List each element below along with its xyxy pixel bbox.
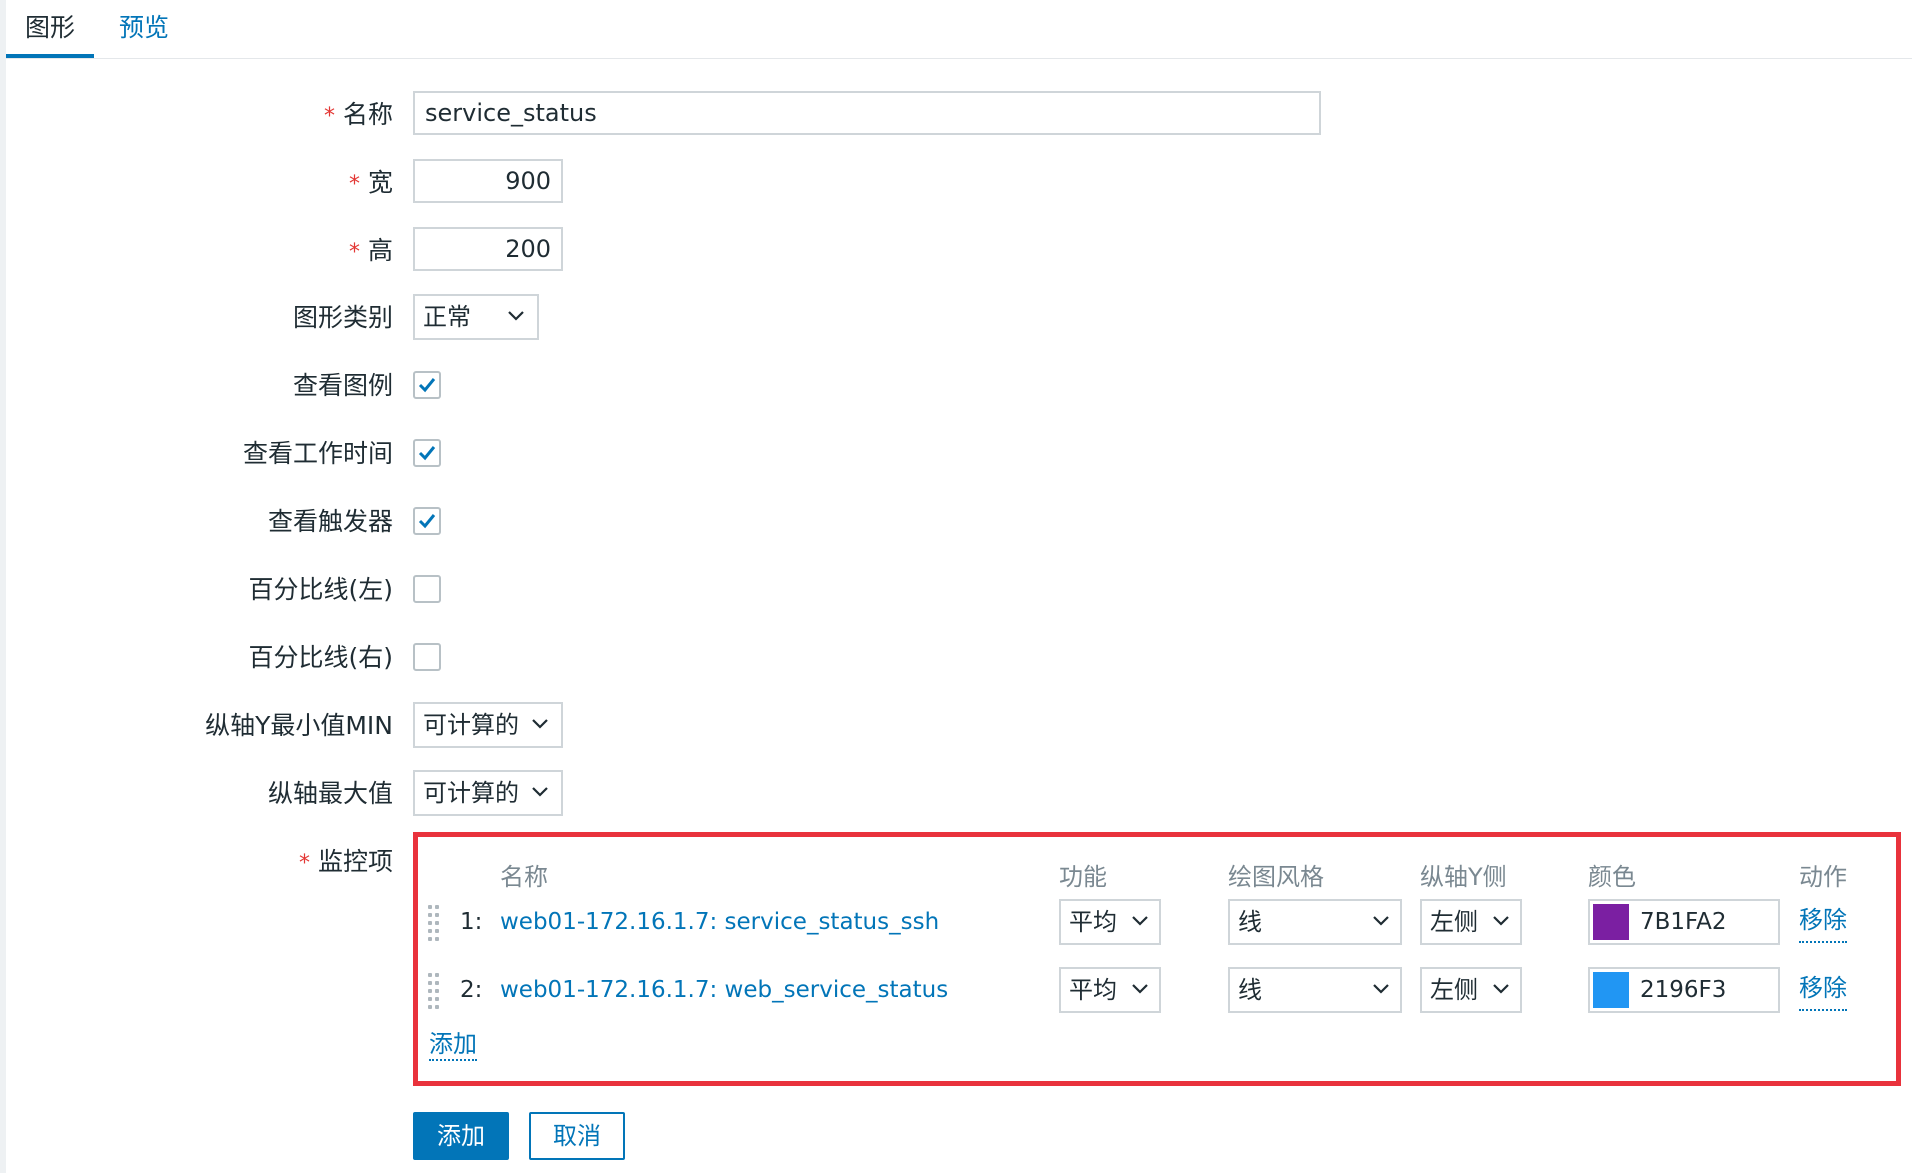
draw-style-select[interactable]: 线 xyxy=(1228,967,1402,1013)
color-field[interactable]: 7B1FA2 xyxy=(1588,899,1780,945)
required-mark: * xyxy=(323,104,335,129)
y-min-select[interactable]: 可计算的 xyxy=(413,702,563,748)
chevron-down-icon xyxy=(532,719,548,729)
table-row: 2: web01-172.16.1.7: web_service_status … xyxy=(418,967,1896,1017)
height-label: * 高 xyxy=(348,236,393,265)
tab-graph[interactable]: 图形 xyxy=(6,0,94,58)
y-min-value: 可计算的 xyxy=(423,711,519,739)
items-label: * 监控项 xyxy=(298,847,393,876)
row-width: * 宽 xyxy=(0,159,1912,207)
tab-preview[interactable]: 预览 xyxy=(104,0,184,56)
row-show-working-time: 查看工作时间 xyxy=(0,430,1912,478)
header-function: 功能 xyxy=(1059,863,1107,891)
y-max-label: 纵轴最大值 xyxy=(267,779,393,808)
y-min-label: 纵轴Y最小值MIN xyxy=(205,711,393,740)
table-row: 1: web01-172.16.1.7: service_status_ssh … xyxy=(418,899,1896,949)
remove-link[interactable]: 移除 xyxy=(1799,899,1847,943)
y-max-value: 可计算的 xyxy=(423,779,519,807)
header-name: 名称 xyxy=(500,863,548,891)
item-name-link[interactable]: web01-172.16.1.7: web_service_status xyxy=(500,967,948,1013)
header-color: 颜色 xyxy=(1588,863,1636,891)
draw-style-value: 线 xyxy=(1238,976,1262,1004)
row-index: 1: xyxy=(460,909,483,935)
chevron-down-icon xyxy=(1493,984,1509,994)
remove-link[interactable]: 移除 xyxy=(1799,967,1847,1011)
show-working-time-checkbox[interactable] xyxy=(413,439,441,467)
drag-handle-icon[interactable] xyxy=(428,905,442,941)
required-mark: * xyxy=(298,851,310,876)
chevron-down-icon xyxy=(1373,984,1389,994)
header-y-axis-side: 纵轴Y侧 xyxy=(1420,863,1507,891)
chevron-down-icon xyxy=(532,787,548,797)
row-graph-type: 图形类别 正常 xyxy=(0,294,1912,342)
y-axis-side-select[interactable]: 左侧 xyxy=(1420,967,1522,1013)
color-swatch[interactable] xyxy=(1593,972,1629,1008)
row-height: * 高 xyxy=(0,227,1912,275)
color-swatch[interactable] xyxy=(1593,904,1629,940)
check-icon xyxy=(418,514,436,529)
add-item-link[interactable]: 添加 xyxy=(429,1029,477,1061)
row-percentile-left: 百分比线(左) xyxy=(0,566,1912,614)
y-max-select[interactable]: 可计算的 xyxy=(413,770,563,816)
color-value: 7B1FA2 xyxy=(1640,909,1727,935)
row-percentile-right: 百分比线(右) xyxy=(0,634,1912,682)
percentile-left-label: 百分比线(左) xyxy=(248,575,393,604)
header-action: 动作 xyxy=(1799,863,1847,891)
items-table: 名称 功能 绘图风格 纵轴Y侧 颜色 动作 1: web01-172.16.1.… xyxy=(413,832,1901,1086)
chevron-down-icon xyxy=(1132,916,1148,926)
height-input[interactable] xyxy=(413,227,563,271)
color-value: 2196F3 xyxy=(1640,977,1727,1003)
color-field[interactable]: 2196F3 xyxy=(1588,967,1780,1013)
show-triggers-checkbox[interactable] xyxy=(413,507,441,535)
required-mark: * xyxy=(348,172,360,197)
chevron-down-icon xyxy=(508,311,524,321)
y-axis-side-value: 左侧 xyxy=(1430,976,1478,1004)
function-select[interactable]: 平均 xyxy=(1059,967,1161,1013)
graph-type-select[interactable]: 正常 xyxy=(413,294,539,340)
graph-type-value: 正常 xyxy=(423,303,471,331)
drag-handle-icon[interactable] xyxy=(428,973,442,1009)
graph-type-label: 图形类别 xyxy=(292,303,393,332)
add-button[interactable]: 添加 xyxy=(413,1112,509,1160)
show-triggers-label: 查看触发器 xyxy=(267,507,393,536)
row-name: * 名称 xyxy=(0,91,1912,139)
row-show-triggers: 查看触发器 xyxy=(0,498,1912,546)
width-label: * 宽 xyxy=(348,168,393,197)
name-label: * 名称 xyxy=(323,100,393,129)
name-input[interactable] xyxy=(413,91,1321,135)
function-select[interactable]: 平均 xyxy=(1059,899,1161,945)
row-index: 2: xyxy=(460,977,483,1003)
chevron-down-icon xyxy=(1132,984,1148,994)
draw-style-select[interactable]: 线 xyxy=(1228,899,1402,945)
percentile-right-checkbox[interactable] xyxy=(413,643,441,671)
row-y-max: 纵轴最大值 可计算的 xyxy=(0,770,1912,818)
width-input[interactable] xyxy=(413,159,563,203)
chevron-down-icon xyxy=(1373,916,1389,926)
percentile-left-checkbox[interactable] xyxy=(413,575,441,603)
item-name-link[interactable]: web01-172.16.1.7: service_status_ssh xyxy=(500,899,939,945)
row-show-legend: 查看图例 xyxy=(0,362,1912,410)
function-value: 平均 xyxy=(1069,908,1117,936)
required-mark: * xyxy=(348,240,360,265)
show-legend-label: 查看图例 xyxy=(292,371,393,400)
check-icon xyxy=(418,378,436,393)
cancel-button[interactable]: 取消 xyxy=(529,1112,625,1160)
y-axis-side-select[interactable]: 左侧 xyxy=(1420,899,1522,945)
chevron-down-icon xyxy=(1493,916,1509,926)
y-axis-side-value: 左侧 xyxy=(1430,908,1478,936)
show-working-time-label: 查看工作时间 xyxy=(242,439,393,468)
draw-style-value: 线 xyxy=(1238,908,1262,936)
row-y-min: 纵轴Y最小值MIN 可计算的 xyxy=(0,702,1912,750)
header-draw-style: 绘图风格 xyxy=(1228,863,1324,891)
check-icon xyxy=(418,446,436,461)
function-value: 平均 xyxy=(1069,976,1117,1004)
percentile-right-label: 百分比线(右) xyxy=(248,643,393,672)
show-legend-checkbox[interactable] xyxy=(413,371,441,399)
tab-bar: 图形 预览 xyxy=(6,0,1912,59)
